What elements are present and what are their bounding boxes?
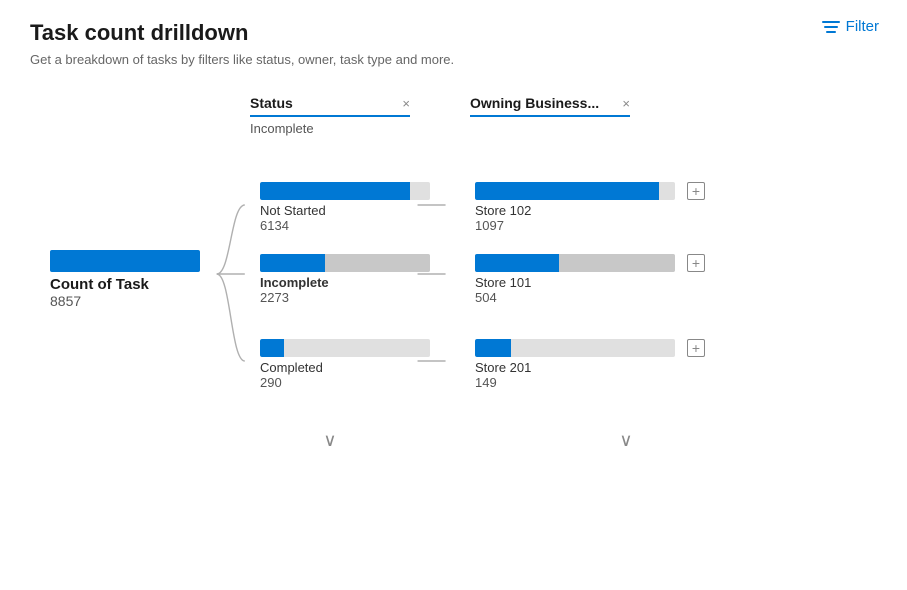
- completed-label: Completed: [260, 360, 430, 375]
- root-node: Count of Task 8857: [50, 250, 200, 309]
- completed-bar-fill: [260, 339, 284, 357]
- store-201-bar-row: +: [475, 339, 705, 357]
- status-filter-label: Status: [250, 95, 293, 111]
- incomplete-bar-track: [260, 254, 430, 272]
- store-102-bar-row: +: [475, 182, 705, 200]
- store-201-label: Store 201: [475, 360, 705, 375]
- incomplete-grey-fill: [325, 254, 430, 272]
- incomplete-count: 2273: [260, 290, 430, 305]
- filter-line-1: [822, 21, 840, 23]
- incomplete-label: Incomplete: [260, 275, 430, 290]
- not-started-bar-fill: [260, 182, 410, 200]
- store-chevron-icon: ∨: [619, 430, 632, 450]
- store-102-label: Store 102: [475, 203, 705, 218]
- store-101-label: Store 101: [475, 275, 705, 290]
- owning-business-filter-close[interactable]: ×: [622, 96, 630, 111]
- store-201-expand-button[interactable]: +: [687, 339, 705, 357]
- store-201-bar-fill: [475, 339, 511, 357]
- chart-area: Count of Task 8857 Not Started 6134 Inco…: [30, 166, 877, 426]
- completed-count: 290: [260, 375, 430, 390]
- chevron-row: ∨ ∨: [210, 430, 877, 451]
- page-title: Task count drilldown: [30, 20, 877, 46]
- filter-line-3: [826, 31, 836, 33]
- incomplete-blue-fill: [260, 254, 325, 272]
- status-completed: Completed 290: [260, 339, 430, 390]
- not-started-bar-track: [260, 182, 430, 200]
- status-chevron-icon: ∨: [323, 430, 336, 450]
- owning-business-filter-label-row: Owning Business... ×: [470, 95, 630, 117]
- store-101-bar-fill: [475, 254, 675, 272]
- store-101-bar-track: [475, 254, 675, 272]
- status-incomplete: Incomplete 2273: [260, 254, 430, 305]
- store-101-count: 504: [475, 290, 705, 305]
- root-bar: [50, 250, 200, 272]
- filter-row: Status × Incomplete Owning Business... ×: [250, 95, 877, 136]
- store-101-node: + Store 101 504: [475, 254, 705, 305]
- store-102-bar-fill: [475, 182, 659, 200]
- page-subtitle: Get a breakdown of tasks by filters like…: [30, 52, 877, 67]
- owning-business-filter[interactable]: Owning Business... ×: [470, 95, 630, 136]
- filter-icon: [822, 21, 840, 33]
- store-201-node: + Store 201 149: [475, 339, 705, 390]
- page: Filter Task count drilldown Get a breakd…: [0, 0, 907, 590]
- root-count: 8857: [50, 293, 200, 309]
- not-started-count: 6134: [260, 218, 430, 233]
- store-101-blue-fill: [475, 254, 559, 272]
- store-201-bar-track: [475, 339, 675, 357]
- store-102-expand-button[interactable]: +: [687, 182, 705, 200]
- store-101-expand-button[interactable]: +: [687, 254, 705, 272]
- store-chevron[interactable]: ∨: [506, 430, 746, 451]
- store-201-count: 149: [475, 375, 705, 390]
- incomplete-bar-fill: [260, 254, 430, 272]
- root-label: Count of Task: [50, 276, 200, 293]
- filter-button[interactable]: Filter: [822, 18, 879, 35]
- status-chevron[interactable]: ∨: [210, 430, 450, 451]
- filter-line-2: [824, 26, 838, 28]
- store-101-grey-fill: [559, 254, 675, 272]
- not-started-label: Not Started: [260, 203, 430, 218]
- owning-business-filter-label: Owning Business...: [470, 95, 599, 111]
- store-102-count: 1097: [475, 218, 705, 233]
- status-filter[interactable]: Status × Incomplete: [250, 95, 410, 136]
- filter-label: Filter: [846, 18, 879, 35]
- store-101-bar-row: +: [475, 254, 705, 272]
- status-filter-close[interactable]: ×: [402, 96, 410, 111]
- status-filter-label-row: Status ×: [250, 95, 410, 117]
- status-filter-value: Incomplete: [250, 121, 410, 136]
- store-102-node: + Store 102 1097: [475, 182, 705, 233]
- store-102-bar-track: [475, 182, 675, 200]
- status-not-started: Not Started 6134: [260, 182, 430, 233]
- completed-bar-track: [260, 339, 430, 357]
